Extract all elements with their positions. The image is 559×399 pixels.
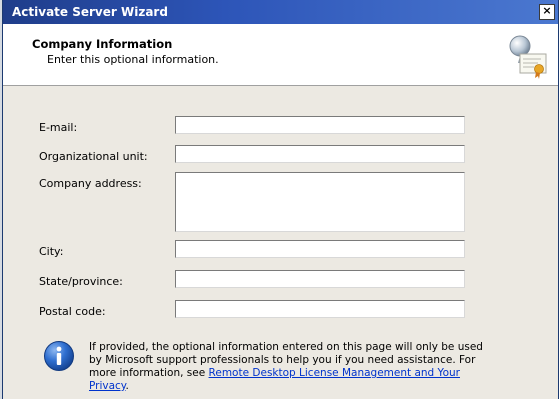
title-bar[interactable]: Activate Server Wizard ×: [3, 0, 558, 24]
privacy-notice: If provided, the optional information en…: [89, 341, 489, 393]
organizational-unit-label: Organizational unit:: [39, 150, 148, 163]
info-icon: [44, 341, 74, 371]
postal-code-field[interactable]: [175, 300, 465, 318]
close-button[interactable]: ×: [539, 4, 555, 20]
page-subtitle: Enter this optional information.: [47, 53, 219, 66]
state-province-label: State/province:: [39, 275, 123, 288]
privacy-notice-end: .: [125, 380, 129, 392]
window-title: Activate Server Wizard: [12, 5, 168, 19]
email-label: E-mail:: [39, 121, 78, 134]
state-province-field[interactable]: [175, 270, 465, 288]
certificate-icon: [509, 35, 547, 79]
organizational-unit-field[interactable]: [175, 145, 465, 163]
company-address-label: Company address:: [39, 177, 142, 190]
email-field[interactable]: [175, 116, 465, 134]
page-title: Company Information: [32, 37, 173, 51]
city-field[interactable]: [175, 240, 465, 258]
city-label: City:: [39, 245, 64, 258]
wizard-window: Activate Server Wizard × Company Informa…: [2, 0, 559, 399]
wizard-header: Company Information Enter this optional …: [3, 24, 558, 86]
company-address-field[interactable]: [175, 172, 465, 232]
postal-code-label: Postal code:: [39, 305, 106, 318]
